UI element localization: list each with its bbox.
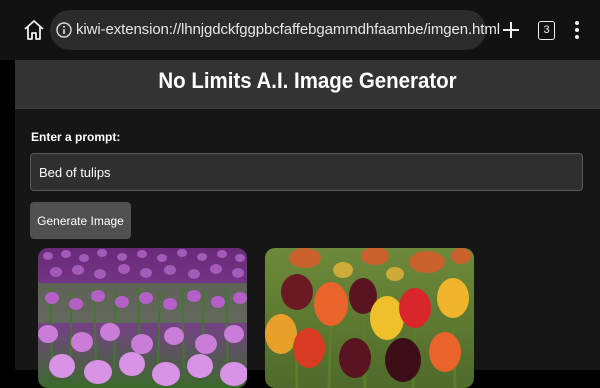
address-bar[interactable]: kiwi-extension://lhnjgdckfggpbcfaffebgam… [50, 10, 500, 50]
prompt-input[interactable] [30, 153, 583, 191]
tab-switcher-icon[interactable]: 3 [538, 21, 555, 40]
url-text[interactable]: kiwi-extension://lhnjgdckfggpbcfaffebgam… [76, 21, 500, 39]
home-icon[interactable] [22, 18, 46, 42]
tab-count: 3 [543, 24, 550, 36]
generate-image-button[interactable]: Generate Image [30, 202, 131, 239]
browser-toolbar: kiwi-extension://lhnjgdckfggpbcfaffebgam… [0, 0, 600, 60]
info-icon[interactable] [56, 22, 72, 38]
page-title: No Limits A.I. Image Generator [158, 68, 457, 93]
red-yellow-tulips-image[interactable] [265, 248, 474, 388]
more-vertical-icon[interactable] [570, 20, 584, 40]
plus-icon[interactable] [501, 20, 521, 40]
purple-tulip-field-image[interactable] [38, 248, 247, 388]
prompt-label: Enter a prompt: [31, 130, 121, 144]
app-header: No Limits A.I. Image Generator [15, 60, 600, 109]
page-content: No Limits A.I. Image Generator Enter a p… [15, 60, 600, 388]
